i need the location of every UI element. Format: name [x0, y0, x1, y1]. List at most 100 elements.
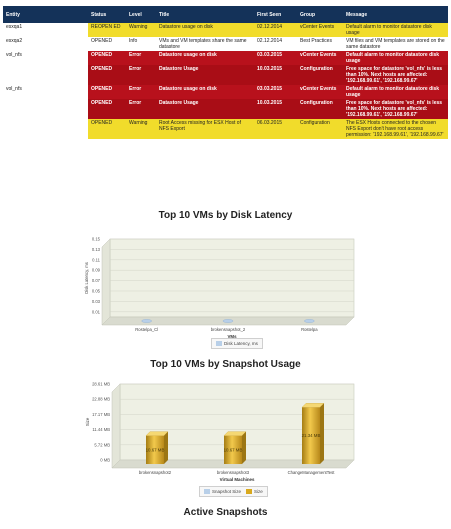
- legend-item[interactable]: Size: [246, 489, 263, 495]
- cell-group: Configuration: [297, 65, 343, 85]
- cell-entity: [3, 99, 88, 119]
- cell-first-seen: 10.03.2015: [254, 99, 297, 119]
- cell-group: Configuration: [297, 99, 343, 119]
- x-tick-label: brokensnapshot2: [139, 470, 172, 475]
- bar-side: [164, 431, 168, 464]
- cell-first-seen: 02.12.2014: [254, 37, 297, 51]
- cell-title: Datastore Usage: [156, 65, 254, 85]
- cell-level: Warning: [126, 119, 156, 139]
- cell-status: OPENED: [88, 119, 126, 139]
- cell-entity: esxqa1: [3, 23, 88, 37]
- cell-level: Warning: [126, 23, 156, 37]
- cell-entity: [3, 65, 88, 85]
- cell-message: Default alarm to monitor datastore disk …: [343, 51, 448, 65]
- cell-status: OPENED: [88, 85, 126, 99]
- cell-entity: vol_nfs: [3, 85, 88, 99]
- y-tick-label: 11.44 MB: [92, 427, 110, 432]
- cell-first-seen: 02.12.2014: [254, 23, 297, 37]
- cell-message: The ESX Hosts connected to the chosen NF…: [343, 119, 448, 139]
- bar-side: [320, 403, 324, 464]
- x-axis-label: Virtual Machines: [220, 477, 255, 482]
- cell-message: Default alarm to monitor datastore disk …: [343, 23, 448, 37]
- y-tick-label: 0.07: [92, 278, 101, 283]
- table-row[interactable]: OPENED Error Datastore Usage 10.03.2015 Conf…: [3, 65, 448, 85]
- y-tick-label: 0 MB: [100, 458, 110, 463]
- plot-side-wall: [111, 383, 121, 469]
- cell-title: Datastore usage on disk: [156, 85, 254, 99]
- cell-group: vCenter Events: [297, 23, 343, 37]
- y-tick-label: 0.11: [92, 257, 101, 262]
- alerts-table: Entity Status Level Title First Seen Gro…: [3, 6, 448, 139]
- legend-swatch: [246, 489, 253, 495]
- col-header-group[interactable]: Group: [297, 6, 343, 23]
- cell-entity: vol_nfs: [3, 51, 88, 65]
- y-tick-label: 22.88 MB: [92, 397, 110, 402]
- data-label: 21.34 MB: [302, 433, 321, 438]
- table-row[interactable]: esxqa2 OPENED Info VMs and VM templates sha…: [3, 37, 448, 51]
- x-tick-label: ChangeManagementTest: [288, 470, 336, 475]
- cell-title: Root Access missing for ESX Host of NFS …: [156, 119, 254, 139]
- y-tick-label: 0.03: [92, 299, 101, 304]
- legend-label: Size: [254, 489, 263, 494]
- cell-level: Error: [126, 51, 156, 65]
- bar: [141, 319, 152, 323]
- data-label: 10.67 MB: [224, 447, 243, 452]
- cell-title: Datastore usage on disk: [156, 51, 254, 65]
- disk-latency-chart: 0.15 0.13 0.11 0.09 0.07 0.05 0.03 0.01 Disk Lat…: [84, 237, 355, 339]
- y-tick-label: 0.09: [92, 268, 101, 273]
- cell-entity: [3, 119, 88, 139]
- cell-status: OPENED: [88, 99, 126, 119]
- y-tick-label: 5.72 MB: [94, 442, 110, 447]
- plot-side-wall: [101, 238, 111, 326]
- col-header-level[interactable]: Level: [126, 6, 156, 23]
- y-tick-label: 0.13: [92, 247, 101, 252]
- active-snapshots-title: Active Snapshots: [183, 507, 268, 518]
- cell-group: vCenter Events: [297, 51, 343, 65]
- table-row[interactable]: vol_nfs OPENED Error Datastore usage on dis…: [3, 85, 448, 99]
- cell-first-seen: 06.03.2015: [254, 119, 297, 139]
- col-header-title[interactable]: Title: [156, 6, 254, 23]
- cell-first-seen: 03.03.2015: [254, 51, 297, 65]
- col-header-entity[interactable]: Entity: [3, 6, 88, 23]
- table-header-row: Entity Status Level Title First Seen Gro…: [3, 6, 448, 23]
- legend-swatch: [204, 489, 210, 495]
- y-tick-label: 0.15: [92, 237, 101, 242]
- snapshot-usage-title: Top 10 VMs by Snapshot Usage: [150, 359, 301, 370]
- cell-title: Datastore usage on disk: [156, 23, 254, 37]
- x-tick-label: brokensnapshot_2: [211, 327, 246, 332]
- y-tick-label: 0.05: [92, 289, 101, 294]
- table-row[interactable]: esxqa1 REOPEN ED Warning Datastore usage on…: [3, 23, 448, 37]
- cell-level: Error: [126, 65, 156, 85]
- cell-status: OPENED: [88, 37, 126, 51]
- cell-message: Free space for datastore 'vol_nfs' is le…: [343, 99, 448, 119]
- legend-swatch: [216, 341, 222, 347]
- x-tick-label: Rostelpa_Cl: [135, 327, 158, 332]
- legend-item[interactable]: Snapshot Size: [204, 489, 241, 495]
- x-tick-label: Rostelpa: [301, 327, 318, 332]
- cell-first-seen: 10.03.2015: [254, 65, 297, 85]
- disk-latency-legend: Disk Latency, ms: [211, 338, 263, 350]
- y-tick-label: 17.17 MB: [92, 412, 110, 417]
- y-tick-label: 28.61 MB: [92, 382, 110, 387]
- legend-label: Disk Latency, ms: [224, 341, 258, 346]
- cell-level: Error: [126, 99, 156, 119]
- cell-level: Info: [126, 37, 156, 51]
- cell-first-seen: 03.03.2015: [254, 85, 297, 99]
- table-row[interactable]: OPENED Warning Root Access missing for ESX…: [3, 119, 448, 139]
- cell-status: OPENED: [88, 51, 126, 65]
- cell-group: Configuration: [297, 119, 343, 139]
- col-header-status[interactable]: Status: [88, 6, 126, 23]
- table-row[interactable]: vol_nfs OPENED Error Datastore usage on dis…: [3, 51, 448, 65]
- cell-status: REOPEN ED: [88, 23, 126, 37]
- cell-message: Free space for datastore 'vol_nfs' is le…: [343, 65, 448, 85]
- cell-message: Default alarm to monitor datastore disk …: [343, 85, 448, 99]
- y-axis-label: Disk Latency, ms: [84, 262, 89, 294]
- cell-group: vCenter Events: [297, 85, 343, 99]
- col-header-message[interactable]: Message: [343, 6, 448, 23]
- data-label: 10.67 MB: [146, 447, 165, 452]
- table-row[interactable]: OPENED Error Datastore Usage 10.03.2015 Conf…: [3, 99, 448, 119]
- cell-group: Best Practices: [297, 37, 343, 51]
- bar: [222, 319, 234, 323]
- col-header-first-seen[interactable]: First Seen: [254, 6, 297, 23]
- legend-item[interactable]: Disk Latency, ms: [216, 341, 258, 347]
